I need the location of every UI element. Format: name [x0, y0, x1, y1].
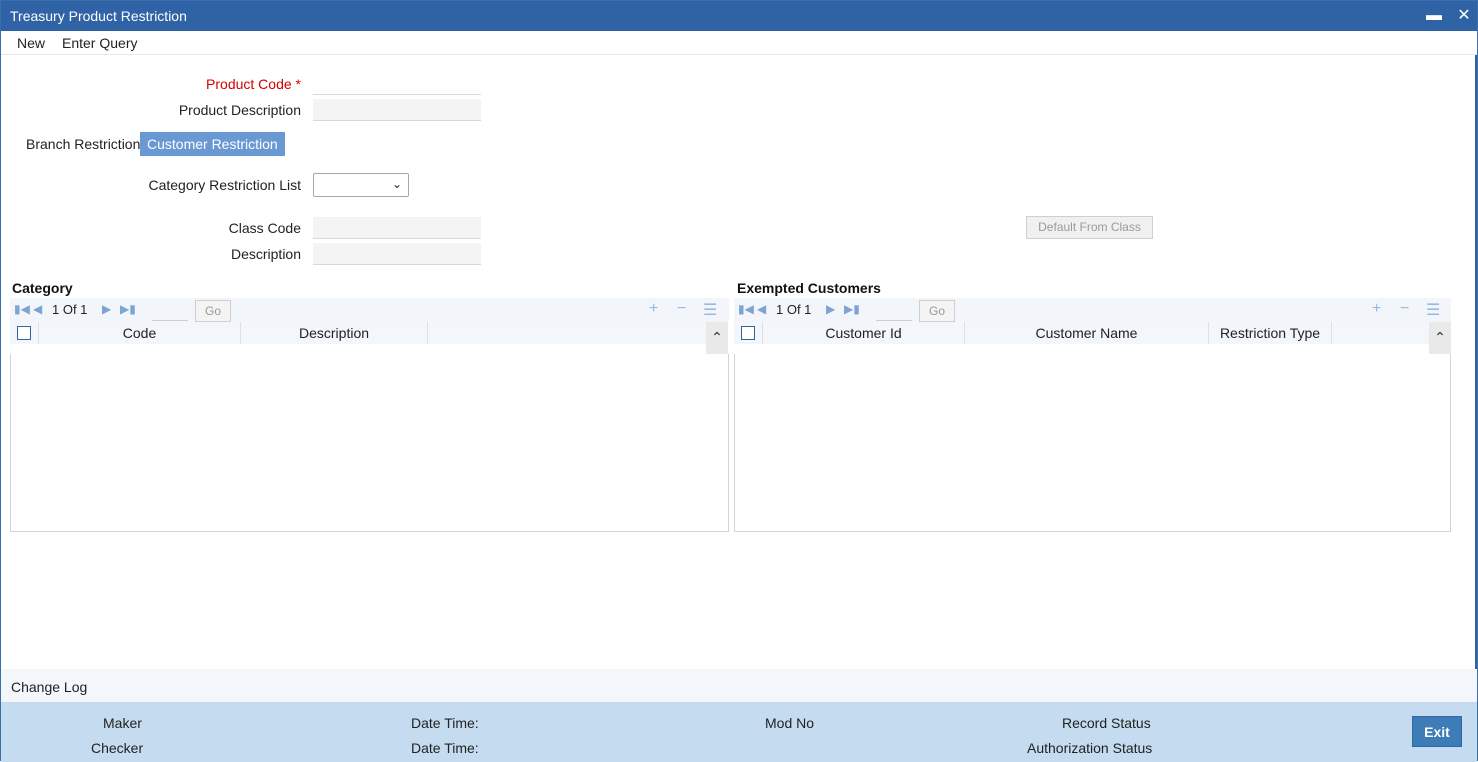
- product-description-input[interactable]: [313, 99, 481, 121]
- scroll-up-icon[interactable]: ⌃: [1429, 322, 1451, 354]
- first-page-icon[interactable]: ▮◀: [738, 302, 754, 316]
- product-description-label: Product Description: [178, 102, 301, 118]
- exempted-page-input[interactable]: [876, 311, 912, 321]
- authorization-status-label: Authorization Status: [1027, 740, 1153, 756]
- first-page-icon[interactable]: ▮◀: [14, 302, 30, 316]
- mod-no-label: Mod No: [765, 715, 815, 731]
- chevron-down-icon: ⌄: [391, 177, 402, 191]
- select-all-cell: [734, 322, 763, 344]
- select-all-checkbox[interactable]: [741, 326, 755, 340]
- menu-enter-query[interactable]: Enter Query: [62, 35, 137, 51]
- exempted-grid-toolbar: ▮◀ ◀ 1 Of 1 ▶ ▶▮ Go + − ☰: [734, 298, 1451, 322]
- title-bar: Treasury Product Restriction ▬ ✕: [1, 1, 1477, 31]
- window-title: Treasury Product Restriction: [10, 8, 187, 24]
- default-from-class-button[interactable]: Default From Class: [1026, 216, 1153, 239]
- product-code-input[interactable]: [313, 73, 481, 95]
- column-customer-id[interactable]: Customer Id: [763, 322, 965, 344]
- category-grid-body: [10, 354, 729, 532]
- exempted-customers-section-title: Exempted Customers: [737, 280, 881, 296]
- class-code-label: Class Code: [228, 220, 301, 236]
- change-log-bar: Change Log: [1, 669, 1477, 702]
- delete-row-icon[interactable]: −: [1400, 300, 1409, 318]
- description-input[interactable]: [313, 243, 481, 265]
- column-description[interactable]: Description: [241, 322, 428, 344]
- add-row-icon[interactable]: +: [1372, 300, 1381, 318]
- class-code-input[interactable]: [313, 217, 481, 239]
- exempted-go-button[interactable]: Go: [919, 300, 955, 322]
- category-grid-toolbar: ▮◀ ◀ 1 Of 1 ▶ ▶▮ Go + − ☰: [10, 298, 729, 322]
- checker-date-time-label: Date Time:: [411, 740, 479, 756]
- exempted-grid-body: [734, 354, 1451, 532]
- exempted-grid-header: Customer Id Customer Name Restriction Ty…: [734, 322, 1429, 344]
- category-grid: ▮◀ ◀ 1 Of 1 ▶ ▶▮ Go + − ☰ Code Descripti…: [10, 298, 729, 532]
- checker-label: Checker: [91, 740, 144, 756]
- tab-customer-restriction[interactable]: Customer Restriction: [140, 132, 285, 156]
- window-right-border: [1475, 55, 1477, 669]
- record-status-label: Record Status: [1062, 715, 1151, 731]
- select-all-checkbox[interactable]: [17, 326, 31, 340]
- description-label: Description: [230, 246, 301, 262]
- change-log-link[interactable]: Change Log: [11, 679, 87, 695]
- minimize-icon[interactable]: ▬: [1423, 1, 1445, 31]
- category-page-input[interactable]: [152, 311, 188, 321]
- tab-branch-restriction[interactable]: Branch Restriction: [19, 132, 147, 156]
- category-grid-header: Code Description: [10, 322, 706, 344]
- previous-page-icon[interactable]: ◀: [757, 302, 766, 316]
- menu-new[interactable]: New: [17, 35, 45, 51]
- delete-row-icon[interactable]: −: [677, 300, 686, 318]
- maker-label: Maker: [103, 715, 142, 731]
- column-code[interactable]: Code: [39, 322, 241, 344]
- last-page-icon[interactable]: ▶▮: [844, 302, 860, 316]
- exempted-customers-grid: ▮◀ ◀ 1 Of 1 ▶ ▶▮ Go + − ☰ Customer Id Cu…: [734, 298, 1451, 532]
- maker-date-time-label: Date Time:: [411, 715, 479, 731]
- required-marker: *: [295, 76, 301, 92]
- column-customer-name[interactable]: Customer Name: [965, 322, 1209, 344]
- add-row-icon[interactable]: +: [649, 300, 658, 318]
- single-view-icon[interactable]: ☰: [1426, 300, 1440, 320]
- column-restriction-type[interactable]: Restriction Type: [1209, 322, 1332, 344]
- exempted-pager: 1 Of 1: [776, 302, 812, 317]
- close-icon[interactable]: ✕: [1453, 1, 1475, 31]
- audit-footer: Maker Checker Date Time: Date Time: Mod …: [1, 702, 1477, 762]
- next-page-icon[interactable]: ▶: [826, 302, 835, 316]
- category-section-title: Category: [12, 280, 73, 296]
- category-restriction-list-label: Category Restriction List: [148, 177, 301, 193]
- select-all-cell: [10, 322, 39, 344]
- next-page-icon[interactable]: ▶: [102, 302, 111, 316]
- category-pager: 1 Of 1: [52, 302, 88, 317]
- previous-page-icon[interactable]: ◀: [33, 302, 42, 316]
- single-view-icon[interactable]: ☰: [703, 300, 717, 320]
- treasury-product-restriction-window: Treasury Product Restriction ▬ ✕ New Ent…: [0, 0, 1478, 762]
- product-code-label: Product Code *: [206, 76, 301, 92]
- last-page-icon[interactable]: ▶▮: [120, 302, 136, 316]
- category-restriction-list-select[interactable]: ⌄: [313, 173, 409, 197]
- exit-button[interactable]: Exit: [1412, 716, 1462, 747]
- menu-bar: New Enter Query: [1, 31, 1477, 55]
- scroll-up-icon[interactable]: ⌃: [706, 322, 728, 354]
- category-go-button[interactable]: Go: [195, 300, 231, 322]
